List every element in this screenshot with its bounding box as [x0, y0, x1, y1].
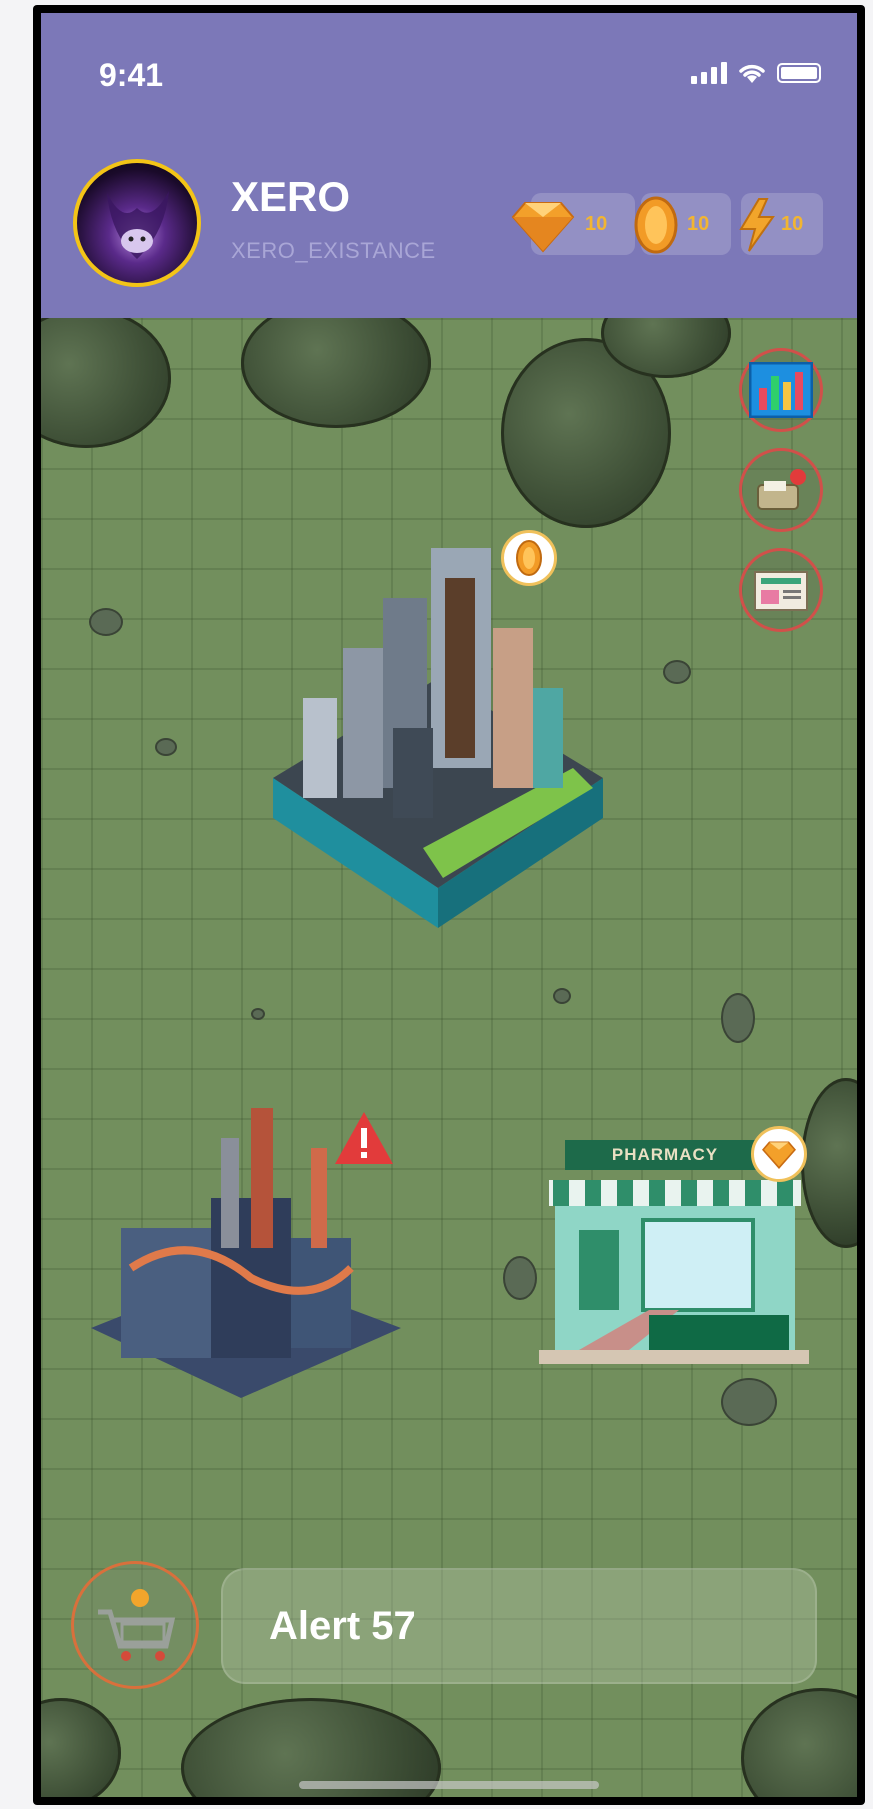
mailbox-icon: [757, 469, 806, 510]
mail-button[interactable]: [739, 448, 823, 532]
lightning-icon: [739, 198, 775, 252]
rock: [155, 738, 177, 756]
energy-currency[interactable]: 10: [739, 193, 823, 255]
news-button[interactable]: [739, 548, 823, 632]
city-district-illustration: [273, 548, 603, 928]
bar-chart-icon: [749, 362, 813, 418]
gem-icon: [511, 202, 575, 253]
header: 9:41 XERO XERO_EXISTANCE 10 10 10: [41, 13, 857, 318]
gem-value: 10: [585, 213, 608, 235]
gem-icon: [762, 1141, 796, 1169]
shop-button[interactable]: [71, 1561, 199, 1689]
pharmacy-gem-badge[interactable]: [751, 1126, 807, 1182]
wifi-icon: [739, 64, 765, 83]
warning-icon[interactable]: [331, 1108, 397, 1168]
pharmacy-sign: PHARMACY: [565, 1140, 765, 1170]
game-screen: 9:41 XERO XERO_EXISTANCE 10 10 10 PHARMA…: [41, 13, 857, 1797]
home-indicator[interactable]: [299, 1781, 599, 1789]
newspaper-icon: [754, 571, 808, 611]
coin-currency[interactable]: 10: [634, 193, 731, 255]
user-handle: XERO_EXISTANCE: [231, 238, 436, 263]
energy-value: 10: [781, 213, 804, 235]
status-time: 9:41: [99, 57, 164, 93]
status-icons: [691, 61, 821, 85]
tree-cluster: [741, 1688, 857, 1797]
city-coin-badge[interactable]: [501, 530, 557, 586]
coin-icon: [516, 540, 542, 576]
alert-label: Alert 57: [269, 1603, 416, 1648]
rock: [721, 1378, 777, 1426]
tree-cluster: [41, 1698, 121, 1797]
rock: [251, 1008, 265, 1020]
rock: [721, 993, 755, 1043]
signal-icon: [691, 62, 727, 84]
notification-dot: [790, 469, 806, 485]
avatar[interactable]: [73, 159, 201, 287]
rock: [663, 660, 691, 684]
pharmacy[interactable]: PHARMACY: [539, 1126, 817, 1380]
rock: [89, 608, 123, 636]
city-district[interactable]: [273, 528, 603, 948]
rock: [503, 1256, 537, 1300]
shopping-cart-icon: [98, 1589, 176, 1661]
rock: [553, 988, 571, 1004]
coin-value: 10: [687, 213, 710, 235]
battery-icon: [777, 63, 821, 83]
alert-banner[interactable]: Alert 57: [221, 1568, 817, 1684]
factory[interactable]: [91, 1108, 401, 1408]
phone-frame: 9:41 XERO XERO_EXISTANCE 10 10 10 PHARMA…: [33, 5, 865, 1805]
tree-cluster: [41, 308, 171, 448]
gem-currency[interactable]: 10: [511, 193, 635, 255]
coin-icon: [634, 196, 678, 254]
avatar-character-icon: [107, 191, 169, 259]
stats-button[interactable]: [739, 348, 823, 432]
username: XERO: [231, 173, 351, 220]
